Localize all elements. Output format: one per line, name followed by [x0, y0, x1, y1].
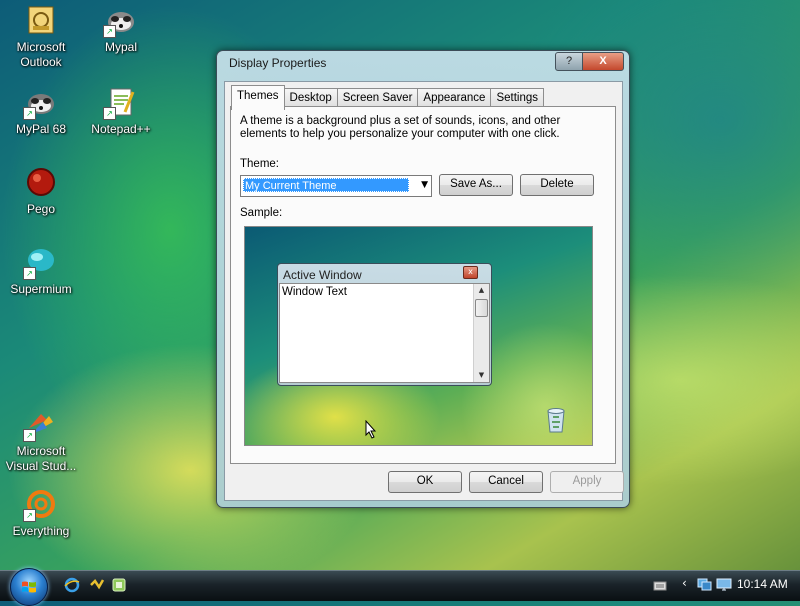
cancel-button[interactable]: Cancel — [469, 471, 543, 493]
ie-icon[interactable] — [64, 577, 80, 593]
mypal-icon: ↗ — [103, 4, 137, 38]
recycle-bin-icon — [545, 405, 567, 433]
scroll-down-icon: ▼ — [478, 371, 485, 379]
help-button[interactable]: ? — [555, 52, 583, 71]
icon-label: Supermium — [10, 282, 72, 296]
tab-strip: Themes Desktop Screen Saver Appearance S… — [231, 85, 545, 110]
icon-label: MyPal 68 — [15, 122, 67, 136]
shortcut-arrow-icon: ↗ — [23, 267, 36, 280]
theme-description: A theme is a background plus a set of so… — [240, 115, 561, 140]
mouse-cursor-icon — [365, 419, 377, 442]
title-bar[interactable]: Display Properties ? X — [217, 51, 629, 75]
shortcut-arrow-icon: ↗ — [23, 509, 36, 522]
keyboard-icon[interactable] — [653, 580, 667, 595]
shortcut-arrow-icon: ↗ — [103, 107, 116, 120]
sample-window-client: Window Text ▲ ▼ — [279, 283, 490, 383]
desktop-icon-supermium[interactable]: ↗ Supermium — [1, 246, 81, 297]
notepadpp-icon: ↗ — [103, 86, 137, 120]
icon-label: Outlook — [20, 55, 62, 69]
close-icon: x — [463, 266, 478, 279]
close-button[interactable]: X — [582, 52, 624, 71]
sample-window-title: Active Window — [283, 268, 362, 282]
everything-icon: ↗ — [23, 488, 57, 522]
delete-button[interactable]: Delete — [520, 174, 594, 196]
desktop-icon-visual-studio[interactable]: ↗ Microsoft Visual Stud... — [1, 408, 81, 474]
icon-label: Pego — [26, 202, 56, 216]
taskbar-clock[interactable]: 10:14 AM — [737, 577, 788, 591]
tab-desktop[interactable]: Desktop — [283, 88, 338, 108]
tab-screen-saver[interactable]: Screen Saver — [336, 88, 419, 108]
windows-logo-icon — [22, 581, 36, 593]
chevron-down-icon[interactable]: ▼ — [421, 180, 428, 190]
visual-studio-icon: ↗ — [23, 408, 57, 442]
icon-label: Mypal — [104, 40, 137, 54]
window-client: Themes Desktop Screen Saver Appearance S… — [224, 81, 624, 501]
scroll-up-icon: ▲ — [478, 286, 485, 294]
start-button[interactable] — [10, 568, 48, 606]
outlook-icon — [25, 4, 57, 36]
taskbar: ‹ 10:14 AM — [0, 568, 800, 606]
tab-appearance[interactable]: Appearance — [417, 88, 492, 108]
mypal68-icon: ↗ — [23, 86, 57, 120]
desktop-icon-mypal68[interactable]: ↗ MyPal 68 — [1, 86, 81, 137]
icon-label: Microsoft — [16, 40, 66, 54]
sample-label: Sample: — [240, 207, 283, 219]
icon-label: Everything — [12, 524, 70, 538]
desktop-icon-outlook[interactable]: Microsoft Outlook — [1, 4, 81, 70]
supermium-icon: ↗ — [23, 246, 57, 280]
window-title: Display Properties — [229, 56, 327, 70]
shortcut-arrow-icon: ↗ — [23, 429, 36, 442]
scroll-thumb — [475, 299, 488, 317]
icon-label: Visual Stud... — [5, 459, 77, 473]
sample-window-text: Window Text — [282, 286, 347, 298]
desktop-icon-pego[interactable]: Pego — [1, 166, 81, 217]
save-as-button[interactable]: Save As... — [439, 174, 513, 196]
chevron-left-icon[interactable]: ‹ — [682, 576, 687, 590]
winamp-icon[interactable] — [89, 577, 105, 593]
network-icon[interactable] — [697, 577, 713, 596]
pego-icon — [25, 166, 57, 198]
desktop-icon-mypal[interactable]: ↗ Mypal — [81, 4, 161, 55]
sample-active-window: Active Window x Window Text ▲ ▼ — [277, 263, 492, 386]
theme-sample-preview: Active Window x Window Text ▲ ▼ — [244, 226, 593, 446]
sample-scrollbar: ▲ ▼ — [473, 284, 489, 382]
display-properties-window[interactable]: Display Properties ? X Themes Desktop Sc… — [216, 50, 630, 508]
themes-panel: A theme is a background plus a set of so… — [230, 106, 616, 464]
show-desktop-icon[interactable] — [111, 577, 127, 593]
theme-dropdown[interactable]: My Current Theme ▼ — [240, 175, 432, 197]
desktop-icon-everything[interactable]: ↗ Everything — [1, 488, 81, 539]
tab-themes[interactable]: Themes — [231, 85, 285, 110]
icon-label: Microsoft — [16, 444, 66, 458]
icon-label: Notepad++ — [91, 122, 151, 136]
desktop-icon-notepadpp[interactable]: ↗ Notepad++ — [81, 86, 161, 137]
display-icon[interactable] — [716, 577, 732, 596]
theme-dropdown-value: My Current Theme — [243, 178, 409, 192]
shortcut-arrow-icon: ↗ — [23, 107, 36, 120]
shortcut-arrow-icon: ↗ — [103, 25, 116, 38]
ok-button[interactable]: OK — [388, 471, 462, 493]
apply-button[interactable]: Apply — [550, 471, 624, 493]
tab-settings[interactable]: Settings — [490, 88, 545, 108]
theme-label: Theme: — [240, 158, 279, 170]
